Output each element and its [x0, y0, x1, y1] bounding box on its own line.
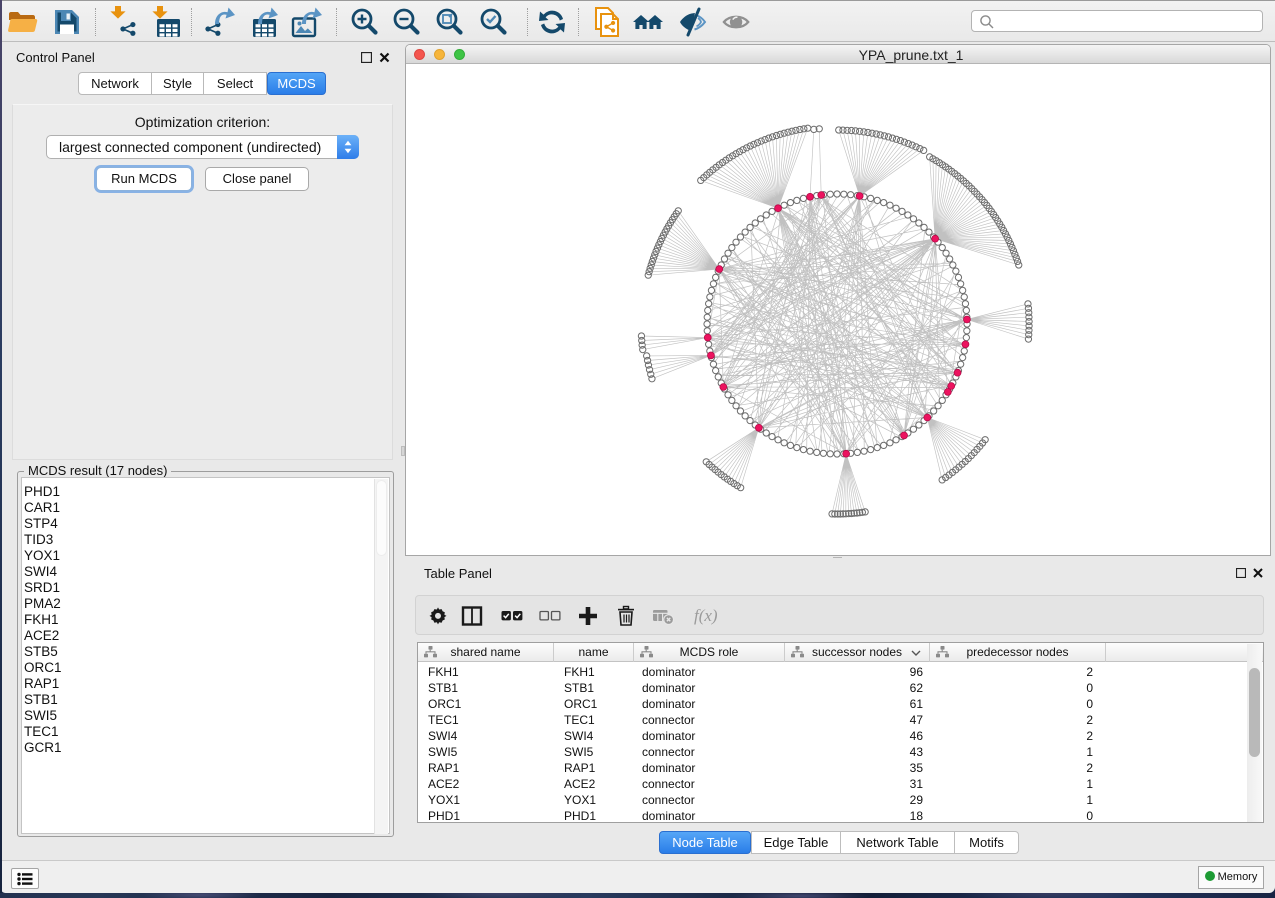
svg-text:f(x): f(x) — [694, 606, 718, 625]
